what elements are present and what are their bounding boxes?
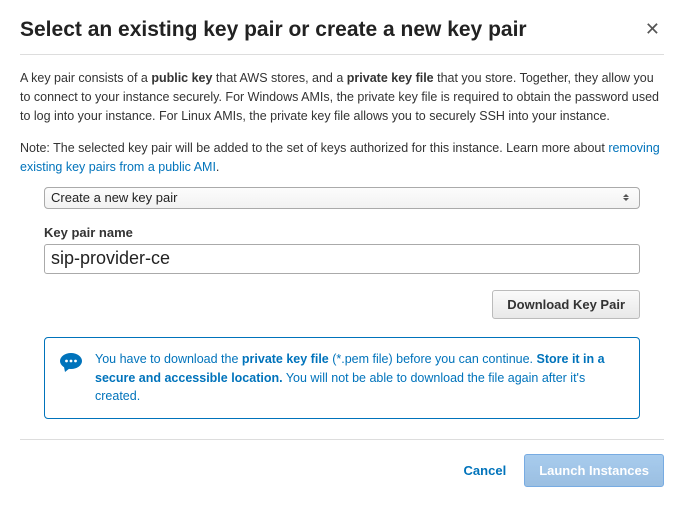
info-text: You have to download the private key fil… — [95, 350, 625, 406]
note-text: Note: The selected key pair will be adde… — [20, 139, 664, 177]
info-alert: You have to download the private key fil… — [44, 337, 640, 419]
cancel-button[interactable]: Cancel — [464, 463, 507, 478]
description-text: A key pair consists of a public key that… — [20, 69, 664, 125]
launch-instances-button[interactable]: Launch Instances — [524, 454, 664, 487]
close-icon[interactable]: ✕ — [641, 18, 664, 40]
keypair-mode-select[interactable]: Create a new key pair — [44, 187, 640, 209]
download-keypair-button[interactable]: Download Key Pair — [492, 290, 640, 319]
keypair-name-input[interactable] — [44, 244, 640, 274]
select-value: Create a new key pair — [51, 190, 619, 205]
keypair-name-label: Key pair name — [44, 225, 640, 240]
chat-info-icon — [59, 352, 83, 375]
dialog-title: Select an existing key pair or create a … — [20, 18, 527, 42]
chevron-updown-icon — [619, 194, 633, 201]
